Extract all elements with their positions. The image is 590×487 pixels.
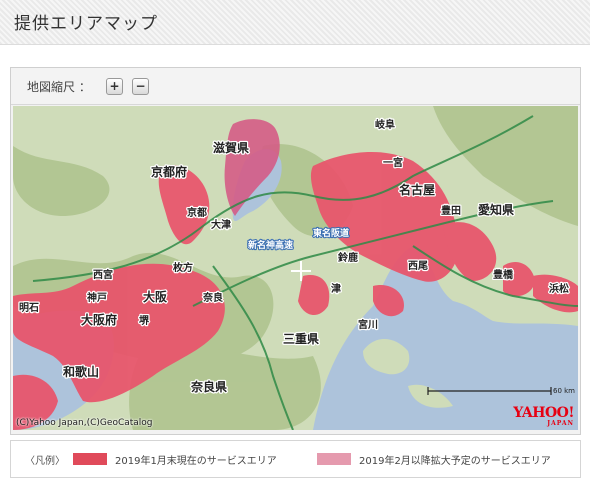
legend-swatch-current bbox=[73, 453, 107, 465]
label-tsu: 津 bbox=[331, 282, 341, 295]
label-hirakata: 枚方 bbox=[173, 261, 193, 274]
label-nishinomiya: 西宮 bbox=[93, 268, 113, 281]
yahoo-logo-sub: JAPAN bbox=[547, 420, 574, 427]
label-osaka: 大阪 bbox=[143, 289, 168, 304]
map-canvas: 滋賀県 京都府 大阪府 奈良県 三重県 愛知県 和歌山 京都 大津 神戸 大阪 … bbox=[13, 106, 578, 430]
label-kobe: 神戸 bbox=[87, 291, 107, 304]
label-toyota: 豊田 bbox=[441, 204, 461, 217]
legend-head: 〈凡例〉 bbox=[25, 456, 65, 467]
label-nishio: 西尾 bbox=[408, 260, 428, 272]
legend-current-label: 2019年1月末現在のサービスエリア bbox=[115, 456, 277, 467]
legend: 〈凡例〉 2019年1月末現在のサービスエリア 2019年2月以降拡大予定のサー… bbox=[10, 440, 581, 478]
label-nara-pref: 奈良県 bbox=[190, 379, 227, 394]
label-sakai: 堺 bbox=[139, 314, 150, 327]
label-toyohashi: 豊橋 bbox=[493, 268, 514, 281]
zoom-out-button[interactable]: − bbox=[132, 78, 149, 95]
label-hamamatsu: 浜松 bbox=[549, 282, 569, 295]
page-title: 提供エリアマップ bbox=[14, 14, 158, 34]
yahoo-logo: YAHOO! JAPAN bbox=[513, 406, 574, 427]
label-nara: 奈良 bbox=[202, 291, 223, 304]
zoom-toolbar: 地図縮尺 ： + − bbox=[11, 68, 580, 105]
label-otsu: 大津 bbox=[211, 218, 231, 231]
label-shiga: 滋賀県 bbox=[213, 140, 249, 155]
label-miyagawa: 宮川 bbox=[358, 318, 378, 331]
label-akashi: 明石 bbox=[19, 302, 39, 314]
coverage-map[interactable]: 滋賀県 京都府 大阪府 奈良県 三重県 愛知県 和歌山 京都 大津 神戸 大阪 … bbox=[13, 106, 578, 430]
zoom-in-button[interactable]: + bbox=[106, 78, 123, 95]
title-bar: 提供エリアマップ bbox=[0, 0, 590, 45]
map-copyright: (C)Yahoo Japan,(C)GeoCatalog bbox=[16, 418, 153, 428]
label-aichi-pref: 愛知県 bbox=[478, 202, 514, 217]
label-higashimeihan: 東名阪道 bbox=[313, 227, 349, 239]
legend-planned-label: 2019年2月以降拡大予定のサービスエリア bbox=[359, 456, 551, 467]
scale-label: 60 km bbox=[553, 387, 576, 395]
map-panel: 地図縮尺 ： + − 滋賀県 京都府 大阪府 奈良県 三重県 愛知県 和歌山 京… bbox=[10, 67, 581, 435]
label-ichinomiya: 一宮 bbox=[383, 156, 403, 169]
label-shinmeishin: 新名神高速 bbox=[248, 239, 293, 251]
label-wakayama: 和歌山 bbox=[62, 364, 99, 379]
label-osaka-pref: 大阪府 bbox=[81, 312, 117, 327]
label-mie-pref: 三重県 bbox=[283, 331, 319, 346]
zoom-label: 地図縮尺 ： bbox=[27, 80, 91, 94]
legend-swatch-planned bbox=[317, 453, 351, 465]
label-nagoya: 名古屋 bbox=[399, 182, 435, 197]
label-kyoto: 京都 bbox=[187, 206, 207, 219]
label-gifu: 岐阜 bbox=[375, 118, 395, 131]
label-kyoto-pref: 京都府 bbox=[151, 164, 187, 179]
yahoo-logo-brand: YAHOO! bbox=[513, 405, 574, 421]
label-suzuka: 鈴鹿 bbox=[338, 251, 358, 264]
